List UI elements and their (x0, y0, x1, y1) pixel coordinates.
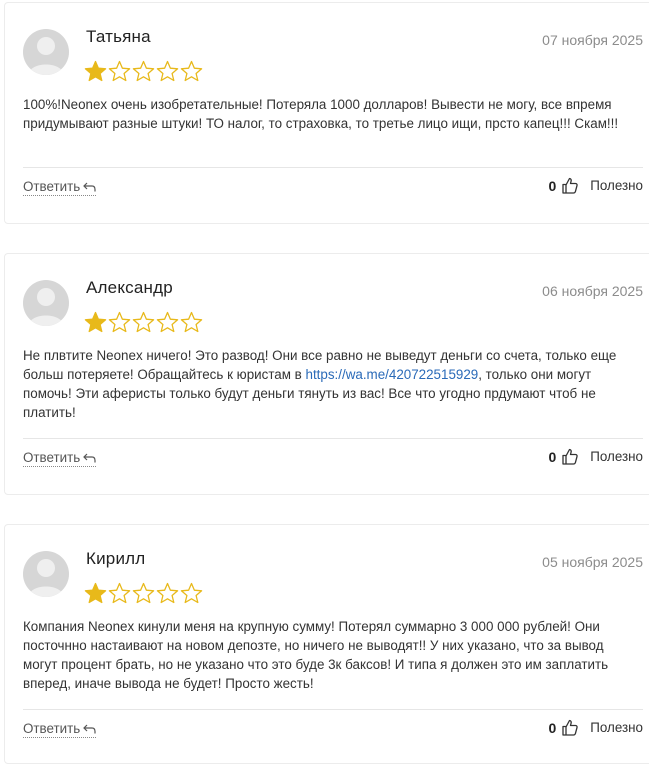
review-date: 05 ноября 2025 (542, 554, 643, 570)
reply-label: Ответить (23, 179, 81, 194)
star-empty-icon (132, 60, 155, 82)
like-count: 0 (548, 177, 557, 194)
star-empty-icon (180, 582, 203, 604)
review-author: Кирилл (86, 549, 146, 568)
reply-button[interactable]: Ответить (23, 179, 97, 196)
user-avatar-icon (23, 280, 69, 326)
review-author: Татьяна (86, 27, 151, 46)
useful-button[interactable]: Полезно (590, 720, 643, 735)
thumbs-up-icon[interactable] (562, 448, 578, 465)
thumbs-up-icon[interactable] (562, 177, 578, 194)
likes-area: 0 Полезно (548, 177, 643, 194)
review-date: 06 ноября 2025 (542, 283, 643, 299)
star-rating (84, 582, 203, 604)
useful-button[interactable]: Полезно (590, 178, 643, 193)
star-empty-icon (132, 582, 155, 604)
star-rating (84, 311, 203, 333)
user-avatar-icon (23, 551, 69, 597)
star-empty-icon (132, 311, 155, 333)
star-rating (84, 60, 203, 82)
star-empty-icon (156, 60, 179, 82)
star-empty-icon (156, 311, 179, 333)
reply-arrow-icon (83, 453, 96, 462)
review-card: Кирилл 05 ноября 2025 Компания Neonex ки… (4, 524, 649, 764)
reply-label: Ответить (23, 721, 81, 736)
review-text: 100%!Neonex очень изобретательные! Потер… (23, 97, 619, 131)
star-empty-icon (108, 60, 131, 82)
review-divider (23, 438, 643, 439)
useful-button[interactable]: Полезно (590, 449, 643, 464)
star-filled-icon (84, 311, 107, 333)
star-filled-icon (84, 582, 107, 604)
review-date: 07 ноября 2025 (542, 32, 643, 48)
star-empty-icon (108, 582, 131, 604)
review-text: Не плвтите Neonex ничего! Это развод! Он… (23, 346, 623, 422)
reply-label: Ответить (23, 450, 81, 465)
star-filled-icon (84, 60, 107, 82)
review-link[interactable]: https://wa.me/420722515929 (306, 367, 479, 382)
like-count: 0 (548, 448, 557, 465)
likes-area: 0 Полезно (548, 719, 643, 736)
star-empty-icon (156, 582, 179, 604)
star-empty-icon (108, 311, 131, 333)
star-empty-icon (180, 311, 203, 333)
thumbs-up-icon[interactable] (562, 719, 578, 736)
reply-arrow-icon (83, 182, 96, 191)
review-author: Александр (86, 278, 173, 297)
likes-area: 0 Полезно (548, 448, 643, 465)
review-divider (23, 709, 643, 710)
user-avatar-icon (23, 29, 69, 75)
reply-arrow-icon (83, 724, 96, 733)
like-count: 0 (548, 719, 557, 736)
reply-button[interactable]: Ответить (23, 450, 97, 467)
reply-button[interactable]: Ответить (23, 721, 97, 738)
review-card: Татьяна 07 ноября 2025 100%!Neonex очень… (4, 2, 649, 224)
review-text: Компания Neonex кинули меня на крупную с… (23, 619, 609, 691)
review-card: Александр 06 ноября 2025 Не плвтите Neon… (4, 253, 649, 495)
review-divider (23, 167, 643, 168)
star-empty-icon (180, 60, 203, 82)
